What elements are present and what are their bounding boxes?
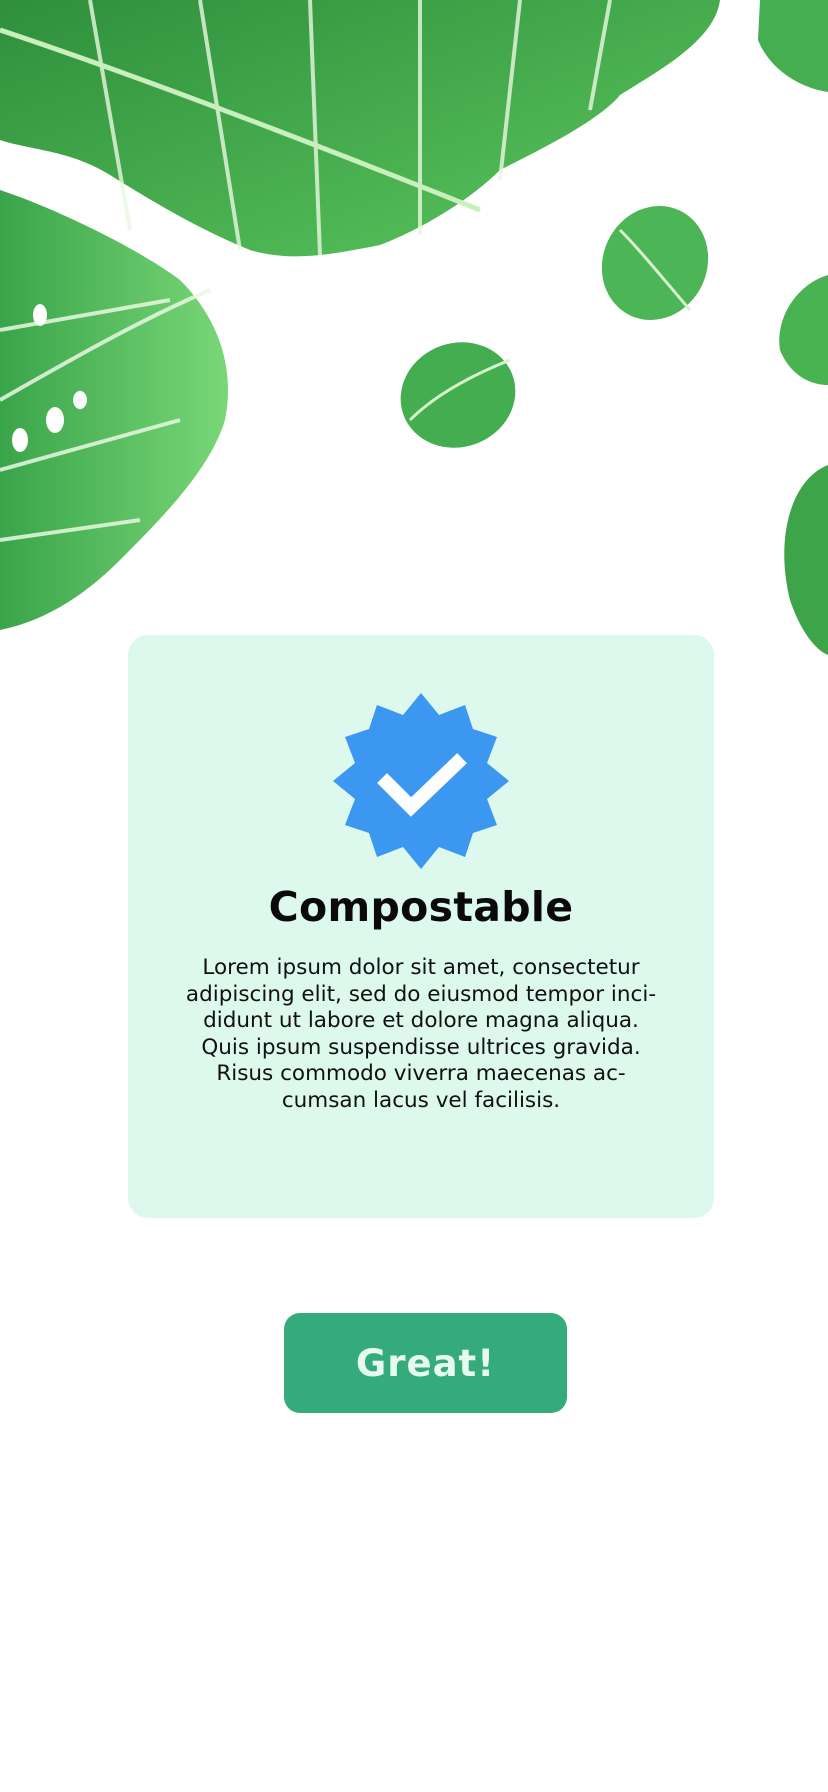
card-description-line: adipiscing elit, sed do eiusmod tempor i… xyxy=(185,981,657,1007)
monstera-leaves-decoration xyxy=(0,0,828,655)
right-leaf-1 xyxy=(779,275,828,385)
small-leaf-2 xyxy=(601,206,709,320)
card-title: Compostable xyxy=(268,883,574,931)
top-right-leaf xyxy=(758,0,828,92)
card-description-line: Lorem ipsum dolor sit amet, consectetur xyxy=(202,955,640,980)
card-description-line: Risus commodo viverra maecenas ac- xyxy=(216,1061,626,1086)
small-leaf-1 xyxy=(400,342,516,448)
info-card: Compostable Lorem ipsum dolor sit amet, … xyxy=(128,635,714,1218)
card-description-line: Quis ipsum suspendisse ultrices gravida. xyxy=(201,1034,641,1060)
great-button[interactable]: Great! xyxy=(284,1313,567,1413)
card-description: Lorem ipsum dolor sit amet, consectetur … xyxy=(178,955,664,1114)
verified-check-icon xyxy=(333,693,509,869)
large-top-leaf xyxy=(0,0,720,257)
card-description-line: didunt ut labore et dolore magna aliqua. xyxy=(203,1008,639,1033)
card-description-line: cumsan lacus vel facilisis. xyxy=(281,1087,561,1113)
left-leaf xyxy=(0,190,228,630)
right-leaf-2 xyxy=(784,465,828,655)
